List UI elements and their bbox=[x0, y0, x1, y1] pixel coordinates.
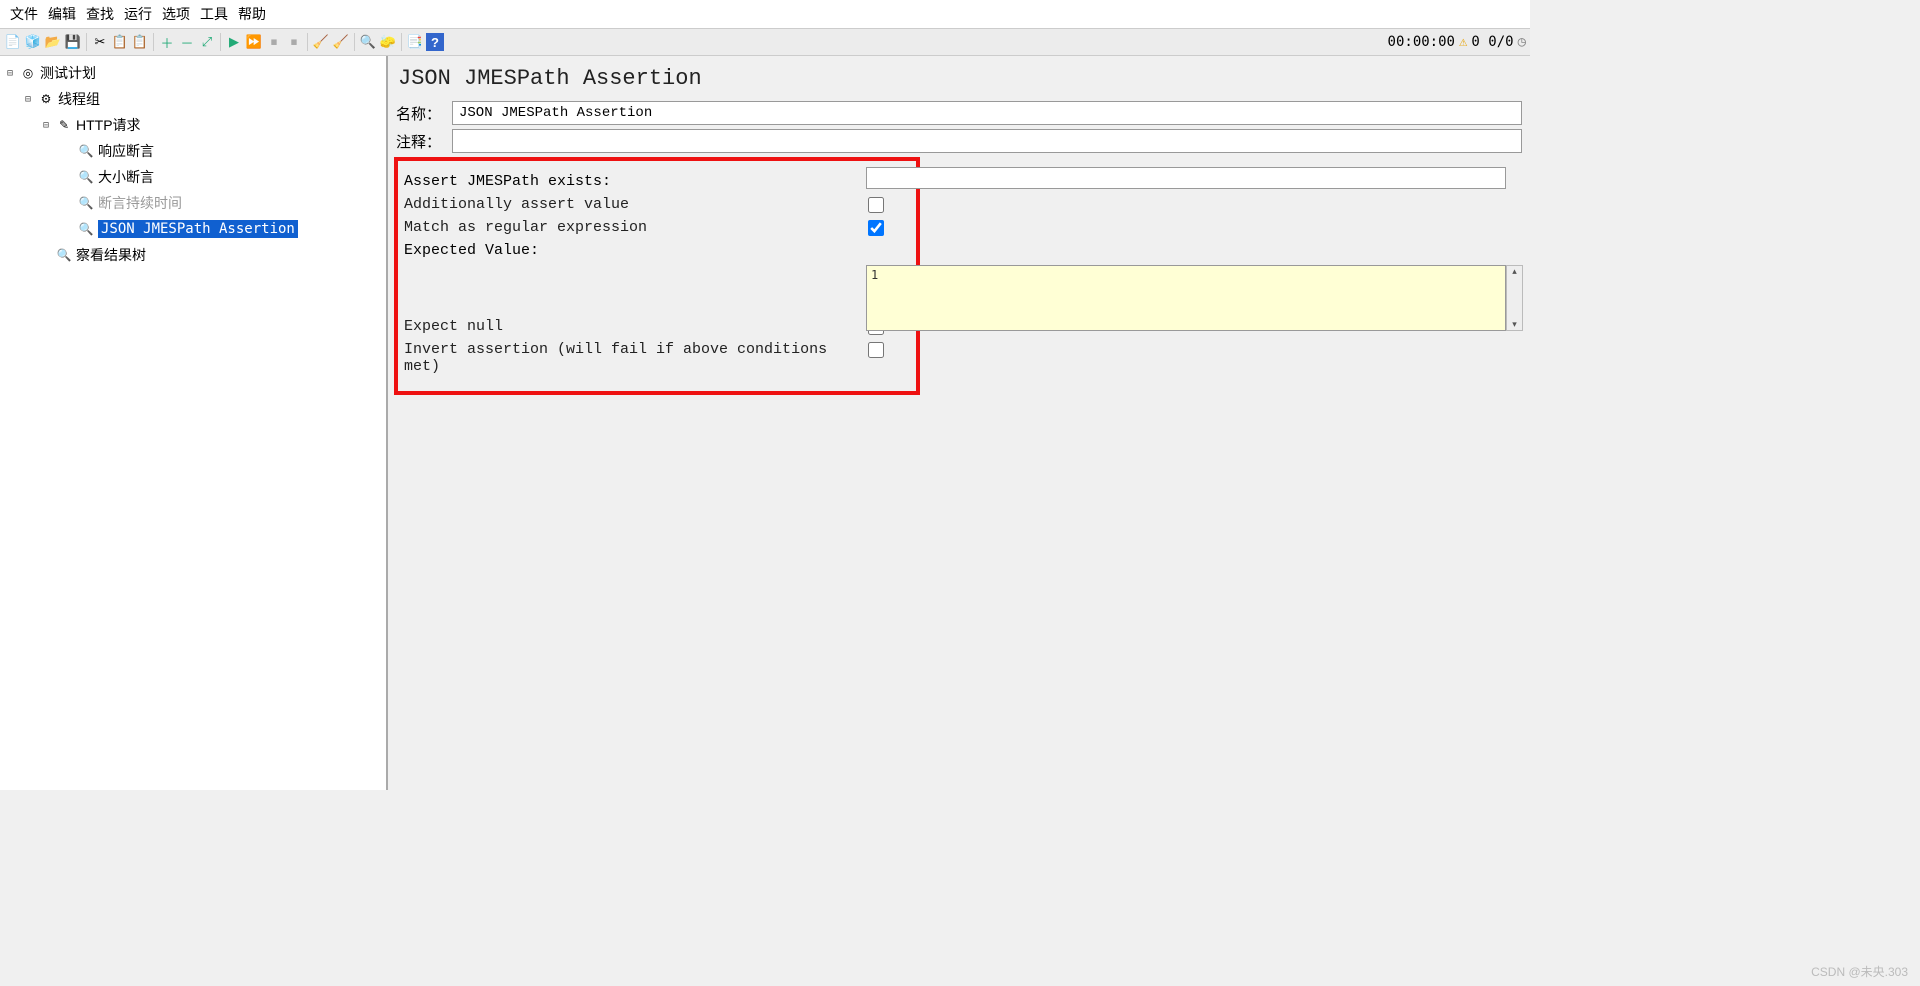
assert-exists-label: Assert JMESPath exists: bbox=[404, 173, 868, 190]
magnifier-icon: 🔍 bbox=[78, 169, 94, 185]
expected-value-textarea[interactable]: 1 bbox=[866, 265, 1506, 331]
menu-edit[interactable]: 编辑 bbox=[44, 2, 80, 26]
menu-help[interactable]: 帮助 bbox=[234, 2, 270, 26]
add-icon[interactable]: ＋ bbox=[158, 33, 176, 51]
additionally-assert-checkbox[interactable] bbox=[868, 197, 884, 213]
menu-bar: 文件 编辑 查找 运行 选项 工具 帮助 bbox=[0, 0, 1530, 28]
tree-node-size-assertion[interactable]: 🔍 大小断言 bbox=[2, 164, 384, 190]
match-regex-row: Match as regular expression bbox=[404, 219, 910, 236]
menu-run[interactable]: 运行 bbox=[120, 2, 156, 26]
tree-node-thread-group[interactable]: ⊟ ⚙ 线程组 bbox=[2, 86, 384, 112]
collapse-icon[interactable]: ⊟ bbox=[4, 68, 16, 79]
new-icon[interactable]: 📄 bbox=[4, 33, 22, 51]
name-label: 名称： bbox=[396, 103, 452, 124]
paste-icon[interactable]: 📋 bbox=[131, 33, 149, 51]
copy-icon[interactable]: 📋 bbox=[111, 33, 129, 51]
start-no-pause-icon[interactable]: ⏩ bbox=[245, 33, 263, 51]
test-plan-tree[interactable]: ⊟ ◎ 测试计划 ⊟ ⚙ 线程组 ⊟ ✎ HTTP请求 🔍 响应断言 🔍 大小断… bbox=[0, 56, 388, 790]
collapse-icon[interactable]: ⊟ bbox=[22, 94, 34, 105]
warning-icon[interactable]: ⚠ bbox=[1459, 34, 1467, 50]
tree-node-http-request[interactable]: ⊟ ✎ HTTP请求 bbox=[2, 112, 384, 138]
assertion-options-highlight: Assert JMESPath exists: Additionally ass… bbox=[394, 157, 920, 395]
thread-counts: 0 0/0 bbox=[1471, 34, 1513, 50]
help-icon[interactable]: ? bbox=[426, 33, 444, 51]
elapsed-time: 00:00:00 bbox=[1388, 34, 1455, 50]
comment-label: 注释： bbox=[396, 131, 452, 152]
editor-panel: JSON JMESPath Assertion 名称： 注释： Assert J… bbox=[388, 56, 1530, 790]
invert-label: Invert assertion (will fail if above con… bbox=[404, 341, 868, 375]
tree-label: 断言持续时间 bbox=[98, 193, 182, 213]
collapse-icon[interactable]: ⊟ bbox=[40, 120, 52, 131]
name-input[interactable] bbox=[452, 101, 1522, 125]
menu-tools[interactable]: 工具 bbox=[196, 2, 232, 26]
name-row: 名称： bbox=[396, 101, 1522, 125]
stop-icon[interactable]: ⏹ bbox=[265, 33, 283, 51]
testplan-icon: ◎ bbox=[20, 65, 36, 81]
clear-icon[interactable]: 🧹 bbox=[312, 33, 330, 51]
pipette-icon: ✎ bbox=[56, 117, 72, 133]
open-icon[interactable]: 📂 bbox=[44, 33, 62, 51]
tree-label: HTTP请求 bbox=[76, 115, 141, 135]
expand-icon[interactable]: ⤢ bbox=[198, 33, 216, 51]
expect-null-label: Expect null bbox=[404, 318, 868, 335]
tree-node-jmespath-assertion[interactable]: 🔍 JSON JMESPath Assertion bbox=[2, 216, 384, 242]
toolbar-status: 00:00:00 ⚠ 0 0/0 ◷ bbox=[1388, 34, 1526, 50]
comment-row: 注释： bbox=[396, 129, 1522, 153]
gear-icon: ⚙ bbox=[38, 91, 54, 107]
toolbar: 📄 🧊 📂 💾 ✂ 📋 📋 ＋ － ⤢ ▶ ⏩ ⏹ ⏹ 🧹 🧹 🔍 🧽 📑 ? … bbox=[0, 28, 1530, 56]
tree-node-duration-assertion[interactable]: 🔍 断言持续时间 bbox=[2, 190, 384, 216]
templates-icon[interactable]: 🧊 bbox=[24, 33, 42, 51]
match-regex-checkbox[interactable] bbox=[868, 220, 884, 236]
separator bbox=[307, 33, 308, 51]
magnifier-icon: 🔍 bbox=[78, 221, 94, 237]
separator bbox=[220, 33, 221, 51]
remove-icon[interactable]: － bbox=[178, 33, 196, 51]
scrollbar[interactable]: ▴ ▾ bbox=[1506, 265, 1523, 331]
reset-search-icon[interactable]: 🧽 bbox=[379, 33, 397, 51]
tree-label: 测试计划 bbox=[40, 63, 96, 83]
expected-value-label: Expected Value: bbox=[404, 242, 868, 259]
tree-node-view-results-tree[interactable]: 🔍 察看结果树 bbox=[2, 242, 384, 268]
tree-node-response-assertion[interactable]: 🔍 响应断言 bbox=[2, 138, 384, 164]
tree-label: JSON JMESPath Assertion bbox=[98, 220, 298, 238]
invert-checkbox[interactable] bbox=[868, 342, 884, 358]
jmespath-input[interactable] bbox=[866, 167, 1506, 189]
expected-value-row: Expected Value: bbox=[404, 242, 910, 312]
invert-row: Invert assertion (will fail if above con… bbox=[404, 341, 910, 375]
scroll-up-icon[interactable]: ▴ bbox=[1512, 266, 1517, 277]
function-helper-icon[interactable]: 📑 bbox=[406, 33, 424, 51]
additionally-assert-row: Additionally assert value bbox=[404, 196, 910, 213]
menu-options[interactable]: 选项 bbox=[158, 2, 194, 26]
tree-node-test-plan[interactable]: ⊟ ◎ 测试计划 bbox=[2, 60, 384, 86]
expect-null-row: Expect null bbox=[404, 318, 910, 335]
comment-input[interactable] bbox=[452, 129, 1522, 153]
tree-label: 线程组 bbox=[58, 89, 100, 109]
main-split: ⊟ ◎ 测试计划 ⊟ ⚙ 线程组 ⊟ ✎ HTTP请求 🔍 响应断言 🔍 大小断… bbox=[0, 56, 1530, 790]
separator bbox=[401, 33, 402, 51]
clear-all-icon[interactable]: 🧹 bbox=[332, 33, 350, 51]
cut-icon[interactable]: ✂ bbox=[91, 33, 109, 51]
gauge-icon: ◷ bbox=[1518, 34, 1526, 50]
separator bbox=[153, 33, 154, 51]
menu-search[interactable]: 查找 bbox=[82, 2, 118, 26]
tree-label: 响应断言 bbox=[98, 141, 154, 161]
scroll-down-icon[interactable]: ▾ bbox=[1512, 319, 1517, 330]
assert-exists-row: Assert JMESPath exists: bbox=[404, 173, 910, 190]
tree-label: 大小断言 bbox=[98, 167, 154, 187]
match-regex-label: Match as regular expression bbox=[404, 219, 868, 236]
menu-file[interactable]: 文件 bbox=[6, 2, 42, 26]
panel-title: JSON JMESPath Assertion bbox=[398, 66, 1524, 91]
tree-label: 察看结果树 bbox=[76, 245, 146, 265]
magnifier-icon: 🔍 bbox=[78, 143, 94, 159]
separator bbox=[86, 33, 87, 51]
start-icon[interactable]: ▶ bbox=[225, 33, 243, 51]
magnifier-icon: 🔍 bbox=[56, 247, 72, 263]
additionally-assert-label: Additionally assert value bbox=[404, 196, 868, 213]
watermark: CSDN @未央.303 bbox=[1811, 963, 1908, 980]
search-icon[interactable]: 🔍 bbox=[359, 33, 377, 51]
separator bbox=[354, 33, 355, 51]
save-icon[interactable]: 💾 bbox=[64, 33, 82, 51]
shutdown-icon[interactable]: ⏹ bbox=[285, 33, 303, 51]
magnifier-icon: 🔍 bbox=[78, 195, 94, 211]
